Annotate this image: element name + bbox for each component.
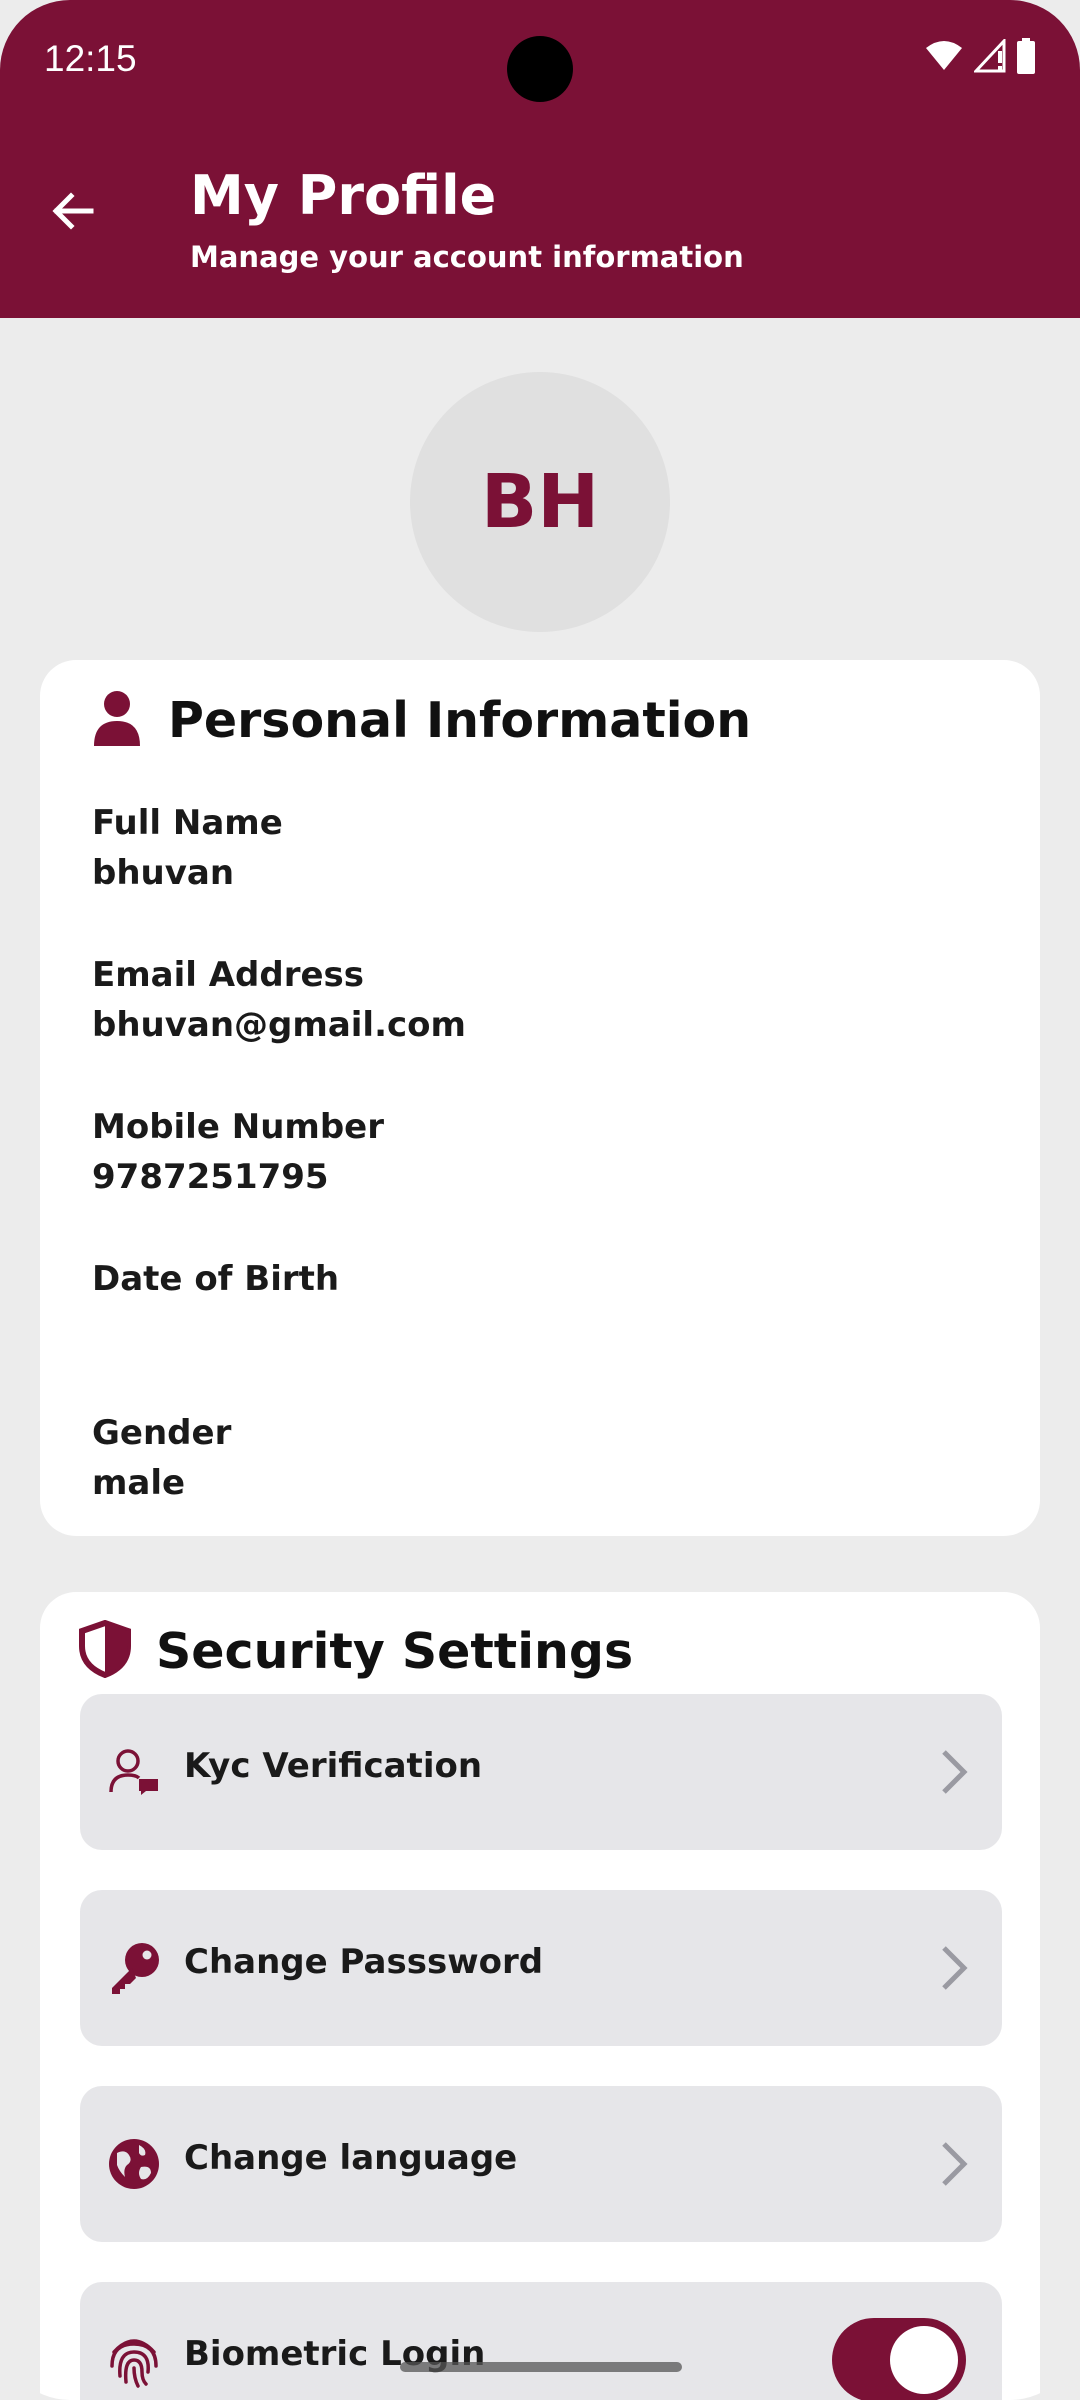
security-settings-header: Security Settings: [78, 1619, 634, 1682]
field-value: 9787251795: [92, 1157, 329, 1197]
field-date-of-birth: Date of Birth: [92, 1254, 339, 1354]
home-indicator[interactable]: [400, 2362, 682, 2372]
camera-cutout: [507, 36, 573, 102]
toggle-knob: [890, 2326, 958, 2394]
field-label: Date of Birth: [92, 1259, 340, 1299]
page-subtitle: Manage your account information: [190, 240, 744, 274]
avatar[interactable]: BH: [410, 372, 670, 632]
back-button[interactable]: [40, 180, 106, 246]
wifi-icon: [924, 40, 964, 76]
field-email: Email Address bhuvan@gmail.com: [92, 950, 466, 1050]
change-password-item[interactable]: Change Passsword: [80, 1890, 1002, 2046]
app-header: 12:15 My Profile Manage your account inf…: [0, 0, 1080, 318]
key-icon: [104, 1938, 164, 1998]
change-language-label: Change language: [184, 2138, 518, 2178]
field-full-name: Full Name bhuvan: [92, 798, 283, 898]
kyc-verification-label: Kyc Verification: [184, 1746, 483, 1786]
field-mobile: Mobile Number 9787251795: [92, 1102, 384, 1202]
security-settings-title: Security Settings: [156, 1622, 634, 1680]
personal-information-header: Personal Information: [92, 690, 751, 750]
biometric-login-toggle[interactable]: [832, 2318, 966, 2400]
field-value: bhuvan@gmail.com: [92, 1005, 466, 1045]
kyc-verification-item[interactable]: Kyc Verification: [80, 1694, 1002, 1850]
chevron-right-icon: [926, 2136, 982, 2192]
status-icons: [924, 37, 1036, 78]
arrow-left-icon: [49, 187, 97, 239]
security-settings-card: Security Settings Kyc Verification Chang…: [40, 1592, 1040, 2400]
field-gender: Gender male: [92, 1408, 231, 1508]
field-label: Mobile Number: [92, 1107, 384, 1147]
page-title: My Profile: [190, 164, 497, 227]
profile-screen: 12:15 My Profile Manage your account inf…: [0, 0, 1080, 2400]
shield-icon: [78, 1619, 132, 1682]
personal-information-title: Personal Information: [168, 691, 752, 749]
field-value: bhuvan: [92, 853, 235, 893]
chevron-right-icon: [926, 1744, 982, 1800]
biometric-login-item: Biometric Login: [80, 2282, 1002, 2400]
avatar-initials: BH: [480, 459, 600, 545]
field-label: Gender: [92, 1413, 232, 1453]
fingerprint-icon: [104, 2330, 164, 2390]
signal-icon: [972, 37, 1006, 77]
status-time: 12:15: [44, 38, 137, 79]
user-chat-icon: [104, 1742, 164, 1802]
personal-information-card: Personal Information Full Name bhuvan Em…: [40, 660, 1040, 1536]
field-value: male: [92, 1463, 186, 1503]
field-value: [92, 1304, 339, 1354]
chevron-right-icon: [926, 1940, 982, 1996]
person-icon: [92, 690, 142, 750]
globe-icon: [104, 2134, 164, 2194]
battery-icon: [1016, 38, 1036, 78]
field-label: Email Address: [92, 955, 365, 995]
change-language-item[interactable]: Change language: [80, 2086, 1002, 2242]
change-password-label: Change Passsword: [184, 1942, 544, 1982]
field-label: Full Name: [92, 803, 283, 843]
